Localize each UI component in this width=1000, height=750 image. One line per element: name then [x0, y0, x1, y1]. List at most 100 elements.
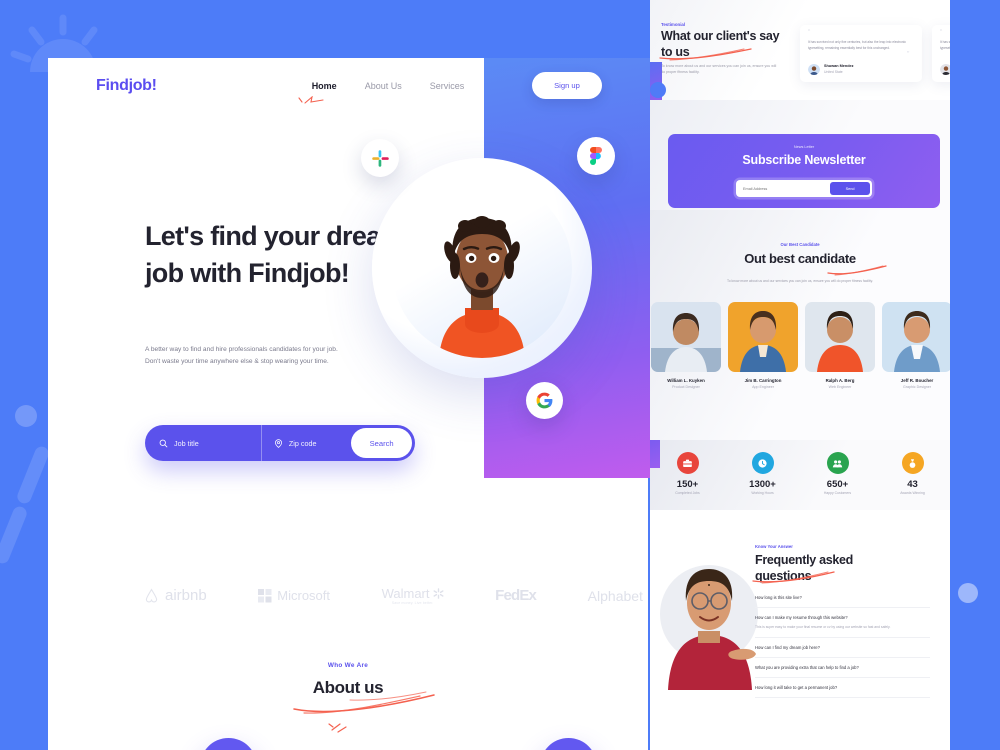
candidate-name: Jeff R. Boucher — [900, 378, 934, 383]
candidate-photo-icon — [805, 302, 875, 372]
nav-item-about-us[interactable]: About Us — [365, 81, 402, 91]
hero-person-photo — [439, 216, 525, 358]
figma-icon — [590, 147, 602, 165]
faq-list: How long is this site live? How can I ma… — [755, 588, 930, 699]
medal-icon — [901, 452, 924, 474]
decoration-dot-right — [958, 583, 978, 603]
newsletter-form: Send — [736, 180, 872, 197]
about-eyebrow: Who We Are — [327, 662, 369, 669]
testimonial-subtitle: To know more about us and our services y… — [661, 64, 777, 75]
testimonial-card: “ ” It has survived not only five centur… — [800, 25, 922, 82]
slack-badge[interactable] — [361, 139, 399, 177]
stat-label: Working Hours — [751, 491, 774, 495]
about-spark-icon — [328, 723, 347, 733]
search-icon — [159, 439, 168, 447]
briefcase-icon — [676, 452, 699, 474]
microsoft-squares-icon — [258, 588, 272, 602]
stat-label: Happy Customers — [823, 491, 852, 495]
customers-icon — [826, 452, 849, 474]
google-badge[interactable] — [526, 382, 563, 419]
faq-item[interactable]: How long it will take to get a permanent… — [755, 678, 930, 699]
zip-code-placeholder: Zip code — [288, 438, 317, 448]
candidate-name: William L. Kuyken — [667, 378, 705, 383]
testimonial-section: Testimonial What our client's say to us … — [650, 0, 950, 100]
candidates-subtitle: To know more about us and our services y… — [727, 279, 873, 283]
job-search-bar: Job title Zip code Search — [145, 425, 415, 461]
hero-portrait-inner — [392, 178, 572, 358]
newsletter-email-input[interactable] — [738, 186, 830, 191]
briefcase-glyph-icon — [683, 459, 692, 467]
faq-question: How can I find my dream job here? — [755, 645, 820, 651]
candidate-card[interactable]: Ralph A. Berg Web Engineer — [805, 302, 875, 389]
candidate-card[interactable]: William L. Kuyken Product Designer — [651, 302, 721, 389]
best-candidates-section: Our Best Candidate Out best candidate To… — [650, 210, 950, 440]
stat-label: Completed Jobs — [675, 491, 700, 495]
walmart-spark-icon — [433, 588, 443, 599]
clock-glyph-icon — [758, 458, 767, 468]
newsletter-section: News Letter Subscribe Newsletter Send — [650, 100, 950, 210]
candidate-photo — [728, 302, 798, 372]
faq-item[interactable]: What you are providing extra that can he… — [755, 658, 930, 679]
candidate-card[interactable]: Jeff R. Boucher Graphic Designer — [882, 302, 950, 389]
quote-close-icon: ” — [907, 51, 910, 58]
quote-open-icon: “ — [940, 29, 943, 36]
newsletter-box: News Letter Subscribe Newsletter Send — [668, 134, 940, 208]
stat-value: 1300+ — [749, 479, 776, 490]
zip-code-field[interactable]: Zip code — [260, 425, 351, 461]
stats-row: 150+ Completed Jobs 1300+ Working Hours — [650, 452, 950, 495]
slack-icon — [371, 149, 389, 167]
partner-logos-row: airbnb Microsoft Walmart Save money. Liv… — [143, 586, 643, 605]
newsletter-eyebrow: News Letter — [793, 145, 815, 149]
testimonial-quote: It has survived not only five centuries,… — [808, 40, 906, 51]
stat-value: 650+ — [826, 479, 849, 490]
candidate-role: Product Designer — [672, 385, 700, 389]
candidate-card[interactable]: Jim B. Carrington App Engineer — [728, 302, 798, 389]
candidate-photo-icon — [728, 302, 798, 372]
candidates-scribble-icon — [827, 265, 887, 276]
microsoft-label: Microsoft — [277, 588, 331, 603]
avatar — [940, 63, 950, 75]
testimonial-accent-circle — [650, 82, 666, 98]
nav-item-services[interactable]: Services — [430, 81, 465, 91]
testimonial-author-name: Shuwan Mendez — [824, 64, 854, 68]
newsletter-send-button[interactable]: Send — [830, 182, 870, 195]
stat-label: Awards Winning — [900, 491, 925, 495]
stat-item: 650+ Happy Customers — [800, 452, 875, 495]
candidate-photo — [882, 302, 950, 372]
brand-logo[interactable]: Findjob! — [96, 77, 157, 95]
newsletter-title: Subscribe Newsletter — [742, 153, 866, 167]
quote-open-icon: “ — [808, 29, 811, 36]
feature-circle-diamond[interactable] — [540, 738, 597, 750]
walmart-logo: Walmart Save money. Live better. — [382, 586, 444, 605]
decoration-slash-1 — [15, 444, 51, 506]
microsoft-logo: Microsoft — [258, 588, 330, 603]
fedex-label: FedEx — [495, 587, 537, 604]
faq-question: How long it will take to get a permanent… — [755, 685, 838, 691]
faq-eyebrow: Know Your Answer — [755, 544, 793, 549]
search-button[interactable]: Search — [351, 428, 412, 458]
candidate-photo-icon — [882, 302, 950, 372]
hero-subtitle: A better way to find and hire profession… — [145, 346, 338, 366]
faq-item[interactable]: How can I find my dream job here? — [755, 638, 930, 659]
testimonial-eyebrow: Testimonial — [661, 22, 686, 27]
testimonial-scribble-icon — [659, 48, 752, 61]
figma-badge[interactable] — [577, 137, 615, 175]
decoration-slash-2 — [0, 504, 29, 566]
candidate-photo — [805, 302, 875, 372]
location-pin-icon — [274, 438, 282, 448]
faq-item[interactable]: How can I make my resume through this we… — [755, 608, 930, 639]
job-title-field[interactable]: Job title — [145, 425, 261, 461]
candidates-eyebrow: Our Best Candidate — [780, 242, 820, 247]
candidate-role: Graphic Designer — [903, 385, 931, 389]
walmart-label: Walmart — [381, 586, 430, 601]
medal-glyph-icon — [909, 458, 916, 468]
testimonial-card: “ ” It has survived not only five centur… — [932, 25, 950, 82]
nav-item-home[interactable]: Home — [312, 81, 337, 91]
customers-glyph-icon — [832, 459, 843, 467]
feature-circle-ranking[interactable] — [200, 738, 257, 750]
avatar — [808, 63, 820, 75]
stat-value: 43 — [907, 479, 918, 490]
candidate-photo — [651, 302, 721, 372]
signup-button[interactable]: Sign up — [532, 72, 602, 99]
faq-item[interactable]: How long is this site live? — [755, 588, 930, 608]
